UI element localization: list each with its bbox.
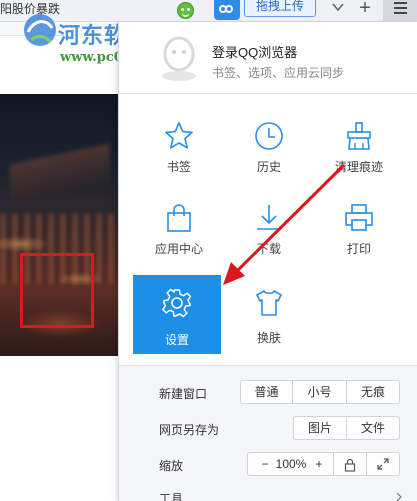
lock-icon [344,458,356,472]
menu-item-label: 打印 [346,242,371,256]
star-icon [165,122,193,149]
save-page-label: 网页另存为 [159,423,220,437]
zoom-in-button[interactable]: + [312,453,326,475]
login-subtitle: 书签、选项、应用云同步 [212,66,345,80]
menu-item-label: 应用中心 [154,242,203,256]
menu-item-download[interactable]: 下载 [223,192,315,278]
menu-item-app-center[interactable]: 应用中心 [133,192,225,278]
download-icon [257,205,281,230]
zoom-label: 缩放 [159,459,184,473]
drag-upload-button[interactable]: 拖拽上传 [244,0,316,17]
menu-item-label: 书签 [166,160,191,174]
menu-item-label: 下载 [256,242,281,256]
menu-item-settings[interactable]: 设置 [133,275,221,354]
main-menu-button[interactable] [383,0,417,22]
zoom-out-button[interactable]: − [258,453,272,475]
zoom-value: 100% [275,457,307,471]
broom-icon [347,122,371,150]
menu-options-section: 新建窗口 普通 小号 无痕 网页另存为 图片 文件 缩放 − 100% + 工具 [119,365,417,501]
fullscreen-button[interactable] [367,452,400,476]
save-as-file-button[interactable]: 文件 [347,416,400,440]
login-section[interactable]: 登录QQ浏览器 书签、选项、应用云同步 [119,22,417,94]
menu-item-label: 设置 [164,333,189,347]
menu-item-print[interactable]: 打印 [313,192,405,278]
menu-item-history[interactable]: 历史 [223,110,315,196]
chevron-down-icon[interactable] [328,0,348,18]
avatar[interactable] [159,36,199,82]
expand-icon [377,458,389,470]
new-window-normal-button[interactable]: 普通 [240,380,293,404]
menu-item-change-skin[interactable]: 换肤 [223,275,315,361]
login-title[interactable]: 登录QQ浏览器 [212,42,297,61]
menu-item-bookmarks[interactable]: 书签 [133,110,225,196]
background-photo [0,94,120,356]
new-window-incognito-button[interactable]: 无痕 [347,380,400,404]
zoom-control: − 100% + [247,452,333,476]
clock-icon [255,122,283,150]
shirt-icon [256,290,282,316]
tools-label[interactable]: 工具 [159,490,183,501]
menu-item-label: 换肤 [256,331,281,345]
shopping-bag-icon [167,204,191,232]
hamburger-icon [394,2,407,4]
menu-item-label: 历史 [256,160,281,174]
new-window-small-button[interactable]: 小号 [293,380,347,404]
chevron-right-icon[interactable] [395,492,403,501]
zoom-lock-button[interactable] [333,452,367,476]
browser-main-menu: 登录QQ浏览器 书签、选项、应用云同步 书签 历史 清理痕迹 应用中心 下载 打… [118,22,417,501]
save-as-image-button[interactable]: 图片 [293,416,347,440]
menu-item-clear-traces[interactable]: 清理痕迹 [313,110,405,196]
new-window-label: 新建窗口 [159,387,208,401]
new-tab-button[interactable]: + [352,0,378,20]
printer-icon [345,204,373,231]
menu-item-label: 清理痕迹 [334,160,383,174]
gear-icon [162,288,192,318]
watermark-logo-icon [24,14,56,46]
